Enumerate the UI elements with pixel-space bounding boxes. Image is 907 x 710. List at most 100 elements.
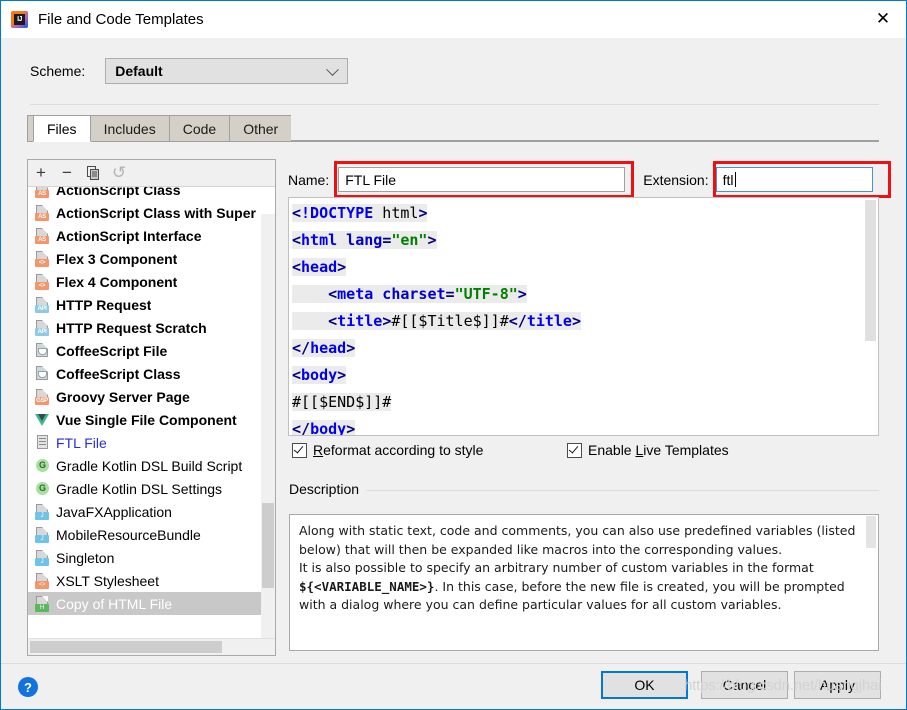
list-item-label: CoffeeScript File	[56, 342, 168, 359]
extension-input-value: ftl	[722, 171, 734, 188]
code-line: </head>	[292, 339, 356, 357]
list-item[interactable]: CoffeeScript File	[28, 339, 275, 362]
live-templates-checkbox[interactable]: Enable Live Templates	[567, 442, 729, 458]
template-code-editor[interactable]: <!DOCTYPE html> <html lang="en"> <head> <m…	[288, 197, 879, 436]
list-item-label: FTL File	[56, 434, 107, 451]
list-item-label: JavaFXApplication	[56, 503, 172, 520]
list-item-label: Copy of HTML File	[56, 595, 173, 612]
scheme-dropdown[interactable]: Default	[105, 58, 349, 84]
list-vertical-scrollbar-thumb[interactable]	[262, 503, 274, 588]
name-input-value: FTL File	[345, 171, 397, 188]
divider	[30, 104, 879, 105]
editor-vertical-scrollbar[interactable]	[864, 198, 878, 435]
list-item-label: ActionScript Class with Super	[56, 204, 256, 221]
list-item[interactable]: API HTTP Request	[28, 293, 275, 316]
http-request-icon: API	[35, 319, 50, 336]
list-item[interactable]: G Gradle Kotlin DSL Settings	[28, 477, 275, 500]
list-horizontal-scrollbar-thumb[interactable]	[30, 641, 222, 653]
template-code-text[interactable]: <!DOCTYPE html> <html lang="en"> <head> <m…	[289, 198, 581, 435]
list-item[interactable]: H Copy of HTML File	[28, 592, 275, 615]
code-line: <!DOCTYPE html>	[292, 204, 428, 222]
code-line: <title>#[[$Title$]]#</title>	[292, 308, 581, 335]
template-list-panel: + − ↺ AS ActionScript Class AS ActionScript…	[27, 159, 276, 656]
list-item[interactable]: FTL File	[28, 431, 275, 454]
list-item[interactable]: <> Flex 4 Component	[28, 270, 275, 293]
help-icon[interactable]: ?	[18, 677, 38, 697]
java-file-icon: J	[35, 526, 50, 543]
list-item[interactable]: Vue Single File Component	[28, 408, 275, 431]
scheme-value: Default	[115, 63, 163, 79]
description-box: Along with static text, code and comment…	[289, 514, 879, 651]
list-item[interactable]: <> Flex 3 Component	[28, 247, 275, 270]
list-item-label: ActionScript Class	[56, 187, 181, 198]
actionscript-file-icon: AS	[35, 187, 50, 198]
list-item-label: XSLT Stylesheet	[56, 572, 159, 589]
xml-file-icon: <>	[35, 250, 50, 267]
reformat-checkbox-label: Reformat according to style	[313, 442, 484, 458]
coffeescript-file-icon	[35, 365, 50, 382]
list-item[interactable]: API HTTP Request Scratch	[28, 316, 275, 339]
code-line: <html lang="en">	[292, 231, 437, 249]
footer-divider	[1, 663, 906, 664]
ftl-file-icon	[35, 434, 50, 451]
chevron-down-icon	[326, 63, 340, 77]
list-item[interactable]: J Singleton	[28, 546, 275, 569]
list-item[interactable]: AS ActionScript Class with Super	[28, 201, 275, 224]
name-row: Name: FTL File Extension: ftl	[288, 167, 873, 192]
html-file-icon: H	[35, 595, 50, 612]
list-item-label: Flex 4 Component	[56, 273, 178, 290]
actionscript-file-icon: AS	[35, 204, 50, 221]
description-text: Along with static text, code and comment…	[290, 515, 878, 615]
gradle-file-icon: G	[35, 481, 50, 497]
list-horizontal-scrollbar[interactable]	[28, 638, 275, 655]
checkbox-box	[567, 442, 582, 458]
list-item-label: HTTP Request	[56, 296, 152, 313]
title-bar: IJ File and Code Templates ✕	[1, 1, 906, 38]
list-item-label: HTTP Request Scratch	[56, 319, 207, 336]
list-item[interactable]: GSP Groovy Server Page	[28, 385, 275, 408]
gradle-file-icon: G	[35, 458, 50, 474]
list-item[interactable]: G Gradle Kotlin DSL Build Script	[28, 454, 275, 477]
code-line: <body>	[292, 366, 347, 384]
add-icon[interactable]: +	[28, 160, 54, 186]
ok-button[interactable]: OK	[601, 671, 688, 699]
description-vertical-scrollbar[interactable]	[865, 515, 878, 650]
list-item[interactable]: AS ActionScript Interface	[28, 224, 275, 247]
coffeescript-file-icon	[35, 342, 50, 359]
list-item[interactable]: AS ActionScript Class	[28, 187, 275, 201]
copy-icon[interactable]	[80, 160, 106, 186]
tab-code[interactable]: Code	[168, 115, 231, 141]
description-divider	[289, 490, 879, 491]
tab-files[interactable]: Files	[33, 115, 91, 142]
list-item-label: MobileResourceBundle	[56, 526, 201, 543]
list-item[interactable]: CoffeeScript Class	[28, 362, 275, 385]
java-file-icon: J	[35, 503, 50, 520]
text-caret	[734, 172, 736, 187]
description-vertical-scrollbar-thumb[interactable]	[866, 516, 876, 548]
description-code-fragment: ${<VARIABLE_NAME>}	[299, 578, 435, 594]
list-item[interactable]: J MobileResourceBundle	[28, 523, 275, 546]
tab-other[interactable]: Other	[229, 115, 293, 141]
list-item-label: ActionScript Interface	[56, 227, 202, 244]
editor-vertical-scrollbar-thumb[interactable]	[865, 200, 876, 341]
list-item[interactable]: <> XSLT Stylesheet	[28, 569, 275, 592]
reformat-checkbox[interactable]: Reformat according to style	[292, 442, 483, 458]
java-file-icon: J	[35, 549, 50, 566]
extension-label: Extension:	[643, 171, 709, 188]
name-input[interactable]: FTL File	[338, 167, 626, 192]
close-icon[interactable]: ✕	[860, 1, 906, 37]
list-item[interactable]: J JavaFXApplication	[28, 500, 275, 523]
window-title: File and Code Templates	[38, 11, 204, 28]
list-item-label: CoffeeScript Class	[56, 365, 181, 382]
tab-strip-filler	[291, 115, 879, 141]
list-item-label: Vue Single File Component	[56, 411, 237, 428]
list-vertical-scrollbar[interactable]	[261, 214, 275, 639]
list-item-label: Groovy Server Page	[56, 388, 190, 405]
checkbox-box	[292, 442, 307, 458]
scheme-label: Scheme:	[30, 63, 86, 79]
reset-icon: ↺	[111, 163, 127, 182]
remove-icon[interactable]: −	[54, 160, 80, 186]
template-list[interactable]: AS ActionScript Class AS ActionScript Class…	[28, 187, 275, 639]
tab-includes[interactable]: Includes	[89, 115, 170, 141]
extension-input[interactable]: ftl	[715, 167, 873, 192]
